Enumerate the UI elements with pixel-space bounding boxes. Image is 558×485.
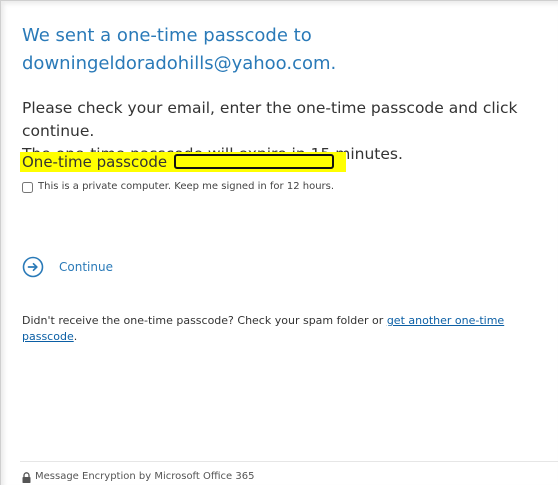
arrow-circle-right-icon[interactable] — [22, 256, 44, 278]
lock-icon — [22, 471, 31, 483]
heading-email: downingeldoradohills@yahoo.com. — [22, 53, 337, 74]
resend-suffix: . — [73, 330, 78, 343]
heading-line-1: We sent a one-time passcode to — [22, 25, 312, 46]
continue-button[interactable]: Continue — [22, 256, 113, 278]
resend-text: Didn't receive the one-time passcode? Ch… — [22, 314, 387, 327]
passcode-input[interactable] — [174, 154, 334, 169]
remember-row: This is a private computer. Keep me sign… — [22, 180, 334, 194]
passcode-label: One-time passcode — [22, 153, 168, 171]
footer-text: Message Encryption by Microsoft Office 3… — [35, 471, 255, 482]
remember-label: This is a private computer. Keep me sign… — [38, 181, 335, 192]
resend-message: Didn't receive the one-time passcode? Ch… — [22, 313, 542, 345]
remember-checkbox[interactable] — [22, 181, 33, 193]
continue-label[interactable]: Continue — [59, 260, 113, 274]
footer-divider — [20, 461, 558, 462]
page-heading: We sent a one-time passcode to downingel… — [22, 22, 336, 78]
passcode-row: One-time passcode — [20, 152, 346, 172]
footer: Message Encryption by Microsoft Office 3… — [22, 470, 254, 484]
instructions-line-1: Please check your email, enter the one-t… — [22, 99, 518, 140]
